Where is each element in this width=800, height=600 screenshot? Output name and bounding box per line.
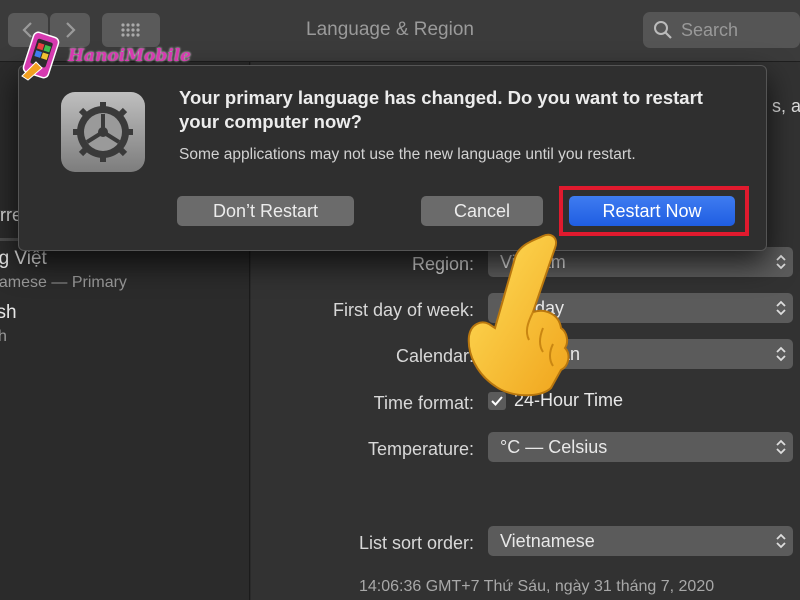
language-name: lish — [0, 302, 17, 323]
updown-arrows-icon — [776, 439, 786, 455]
search-icon — [654, 21, 672, 39]
cancel-button[interactable]: Cancel — [421, 196, 543, 226]
language-subtitle: namese — Primary — [0, 274, 127, 291]
updown-arrows-icon — [776, 254, 786, 270]
search-input[interactable] — [681, 19, 791, 41]
clipped-text: s, a — [772, 96, 800, 116]
restart-now-button[interactable]: Restart Now — [569, 196, 735, 226]
list-sort-label: List sort order: — [358, 533, 474, 553]
pointing-hand-icon — [467, 233, 570, 397]
updown-arrows-icon — [776, 300, 786, 316]
window-title: Language & Region — [306, 19, 474, 40]
language-subtitle: sh — [0, 328, 7, 345]
temperature-label: Temperature: — [367, 439, 474, 459]
temperature-value: °C — Celsius — [500, 437, 608, 457]
language-item-english[interactable]: lish sh — [0, 302, 29, 346]
system-preferences-gear-icon — [61, 92, 145, 172]
logo-text: HanoiMobile — [68, 46, 192, 66]
list-sort-row: List sort order: Vietnamese — [251, 526, 800, 562]
temperature-popup[interactable]: °C — Celsius — [488, 432, 793, 462]
updown-arrows-icon — [776, 346, 786, 362]
temperature-row: Temperature: °C — Celsius — [251, 432, 800, 468]
list-sort-popup[interactable]: Vietnamese — [488, 526, 793, 556]
language-item-vietnamese[interactable]: ng Việt namese — Primary — [0, 248, 137, 292]
restart-dialog: Your primary language has changed. Do yo… — [18, 65, 767, 251]
dont-restart-button[interactable]: Don’t Restart — [177, 196, 354, 226]
logo-mark-icon — [21, 31, 60, 81]
language-name: ng Việt — [0, 248, 47, 269]
hanoimobile-logo: HanoiMobile — [20, 30, 191, 82]
dialog-message: Some applications may not use the new la… — [179, 146, 636, 163]
search-field[interactable] — [643, 12, 800, 48]
date-time-preview: 14:06:36 GMT+7 Thứ Sáu, ngày 31 tháng 7,… — [359, 578, 715, 595]
updown-arrows-icon — [776, 533, 786, 549]
dialog-title: Your primary language has changed. Do yo… — [179, 87, 703, 132]
list-sort-value: Vietnamese — [500, 531, 595, 551]
first-day-label: First day of week: — [332, 300, 474, 320]
